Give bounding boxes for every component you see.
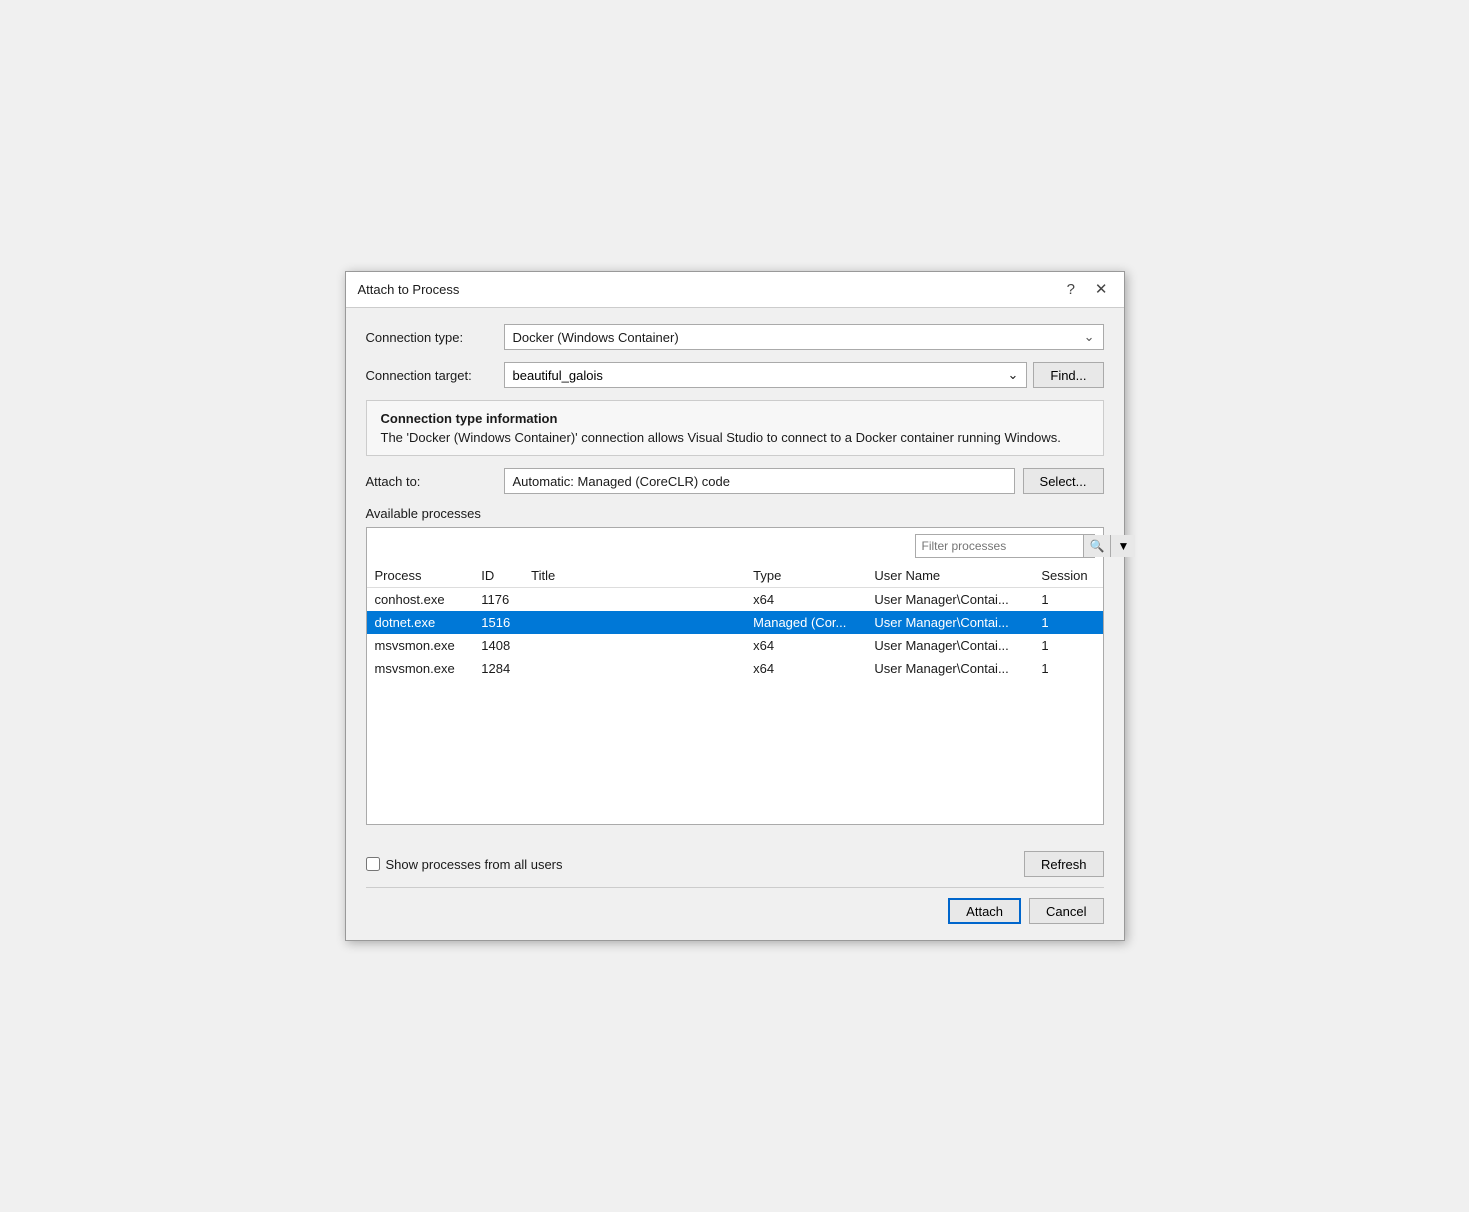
cell-process: conhost.exe: [367, 588, 474, 612]
cell-title: [523, 588, 745, 612]
table-row[interactable]: dotnet.exe 1516 Managed (Cor... User Man…: [367, 611, 1103, 634]
table-row[interactable]: msvsmon.exe 1284 x64 User Manager\Contai…: [367, 657, 1103, 680]
process-table-body: conhost.exe 1176 x64 User Manager\Contai…: [367, 588, 1103, 681]
filter-search-button[interactable]: 🔍: [1083, 535, 1111, 557]
cell-session: 1: [1033, 634, 1102, 657]
cell-process: msvsmon.exe: [367, 634, 474, 657]
cell-title: [523, 611, 745, 634]
cell-title: [523, 634, 745, 657]
process-table-container: Process ID Title Type User Name Session …: [367, 564, 1103, 824]
cell-username: User Manager\Contai...: [866, 657, 1033, 680]
connection-target-input[interactable]: ⌄: [504, 362, 1028, 388]
select-button[interactable]: Select...: [1023, 468, 1104, 494]
footer-buttons: Attach Cancel: [346, 888, 1124, 940]
connection-target-label: Connection target:: [366, 368, 496, 383]
table-row[interactable]: msvsmon.exe 1408 x64 User Manager\Contai…: [367, 634, 1103, 657]
title-bar: Attach to Process ? ✕: [346, 272, 1124, 308]
attach-to-process-dialog: Attach to Process ? ✕ Connection type: D…: [345, 271, 1125, 941]
cell-username: User Manager\Contai...: [866, 634, 1033, 657]
filter-processes-input[interactable]: [916, 537, 1083, 555]
cell-title: [523, 657, 745, 680]
cell-type: Managed (Cor...: [745, 611, 866, 634]
cell-id: 1408: [473, 634, 523, 657]
cell-type: x64: [745, 657, 866, 680]
connection-type-select[interactable]: Docker (Windows Container) ⌄: [504, 324, 1104, 350]
attach-to-row: Attach to: Automatic: Managed (CoreCLR) …: [366, 468, 1104, 494]
col-title: Title: [523, 564, 745, 588]
attach-to-value: Automatic: Managed (CoreCLR) code: [504, 468, 1015, 494]
bottom-row: Show processes from all users Refresh: [346, 841, 1124, 887]
cell-username: User Manager\Contai...: [866, 611, 1033, 634]
col-id: ID: [473, 564, 523, 588]
available-processes-label: Available processes: [366, 506, 1104, 521]
cell-id: 1176: [473, 588, 523, 612]
show-all-users-checkbox[interactable]: [366, 857, 380, 871]
chevron-down-icon: ⌄: [1084, 329, 1095, 345]
refresh-button[interactable]: Refresh: [1024, 851, 1104, 877]
cancel-button[interactable]: Cancel: [1029, 898, 1103, 924]
show-all-users-label[interactable]: Show processes from all users: [386, 857, 563, 872]
cell-id: 1516: [473, 611, 523, 634]
show-all-users-row: Show processes from all users: [366, 857, 563, 872]
col-type: Type: [745, 564, 866, 588]
cell-session: 1: [1033, 657, 1102, 680]
cell-type: x64: [745, 588, 866, 612]
connection-target-field[interactable]: [513, 368, 1008, 383]
cell-username: User Manager\Contai...: [866, 588, 1033, 612]
find-button[interactable]: Find...: [1033, 362, 1103, 388]
process-table: Process ID Title Type User Name Session …: [367, 564, 1103, 680]
processes-container: 🔍 ▼ Process ID Title Type Use: [366, 527, 1104, 825]
attach-to-label: Attach to:: [366, 474, 496, 489]
col-process: Process: [367, 564, 474, 588]
available-processes-section: Available processes 🔍 ▼ Process: [366, 506, 1104, 825]
attach-button[interactable]: Attach: [948, 898, 1021, 924]
cell-process: dotnet.exe: [367, 611, 474, 634]
close-button[interactable]: ✕: [1091, 280, 1112, 299]
table-header: Process ID Title Type User Name Session: [367, 564, 1103, 588]
cell-type: x64: [745, 634, 866, 657]
help-button[interactable]: ?: [1063, 280, 1079, 299]
connection-info-box: Connection type information The 'Docker …: [366, 400, 1104, 456]
connection-target-row: Connection target: ⌄ Find...: [366, 362, 1104, 388]
connection-info-text: The 'Docker (Windows Container)' connect…: [381, 430, 1089, 445]
dialog-title: Attach to Process: [358, 282, 460, 297]
connection-type-row: Connection type: Docker (Windows Contain…: [366, 324, 1104, 350]
dialog-body: Connection type: Docker (Windows Contain…: [346, 308, 1124, 841]
dropdown-arrow-icon: ⌄: [1007, 367, 1018, 383]
filter-input-wrap[interactable]: 🔍 ▼: [915, 534, 1095, 558]
cell-session: 1: [1033, 611, 1102, 634]
connection-type-label: Connection type:: [366, 330, 496, 345]
cell-session: 1: [1033, 588, 1102, 612]
col-username: User Name: [866, 564, 1033, 588]
cell-process: msvsmon.exe: [367, 657, 474, 680]
table-row[interactable]: conhost.exe 1176 x64 User Manager\Contai…: [367, 588, 1103, 612]
filter-row: 🔍 ▼: [367, 528, 1103, 564]
filter-dropdown-button[interactable]: ▼: [1110, 535, 1135, 557]
col-session: Session: [1033, 564, 1102, 588]
connection-info-title: Connection type information: [381, 411, 1089, 426]
cell-id: 1284: [473, 657, 523, 680]
